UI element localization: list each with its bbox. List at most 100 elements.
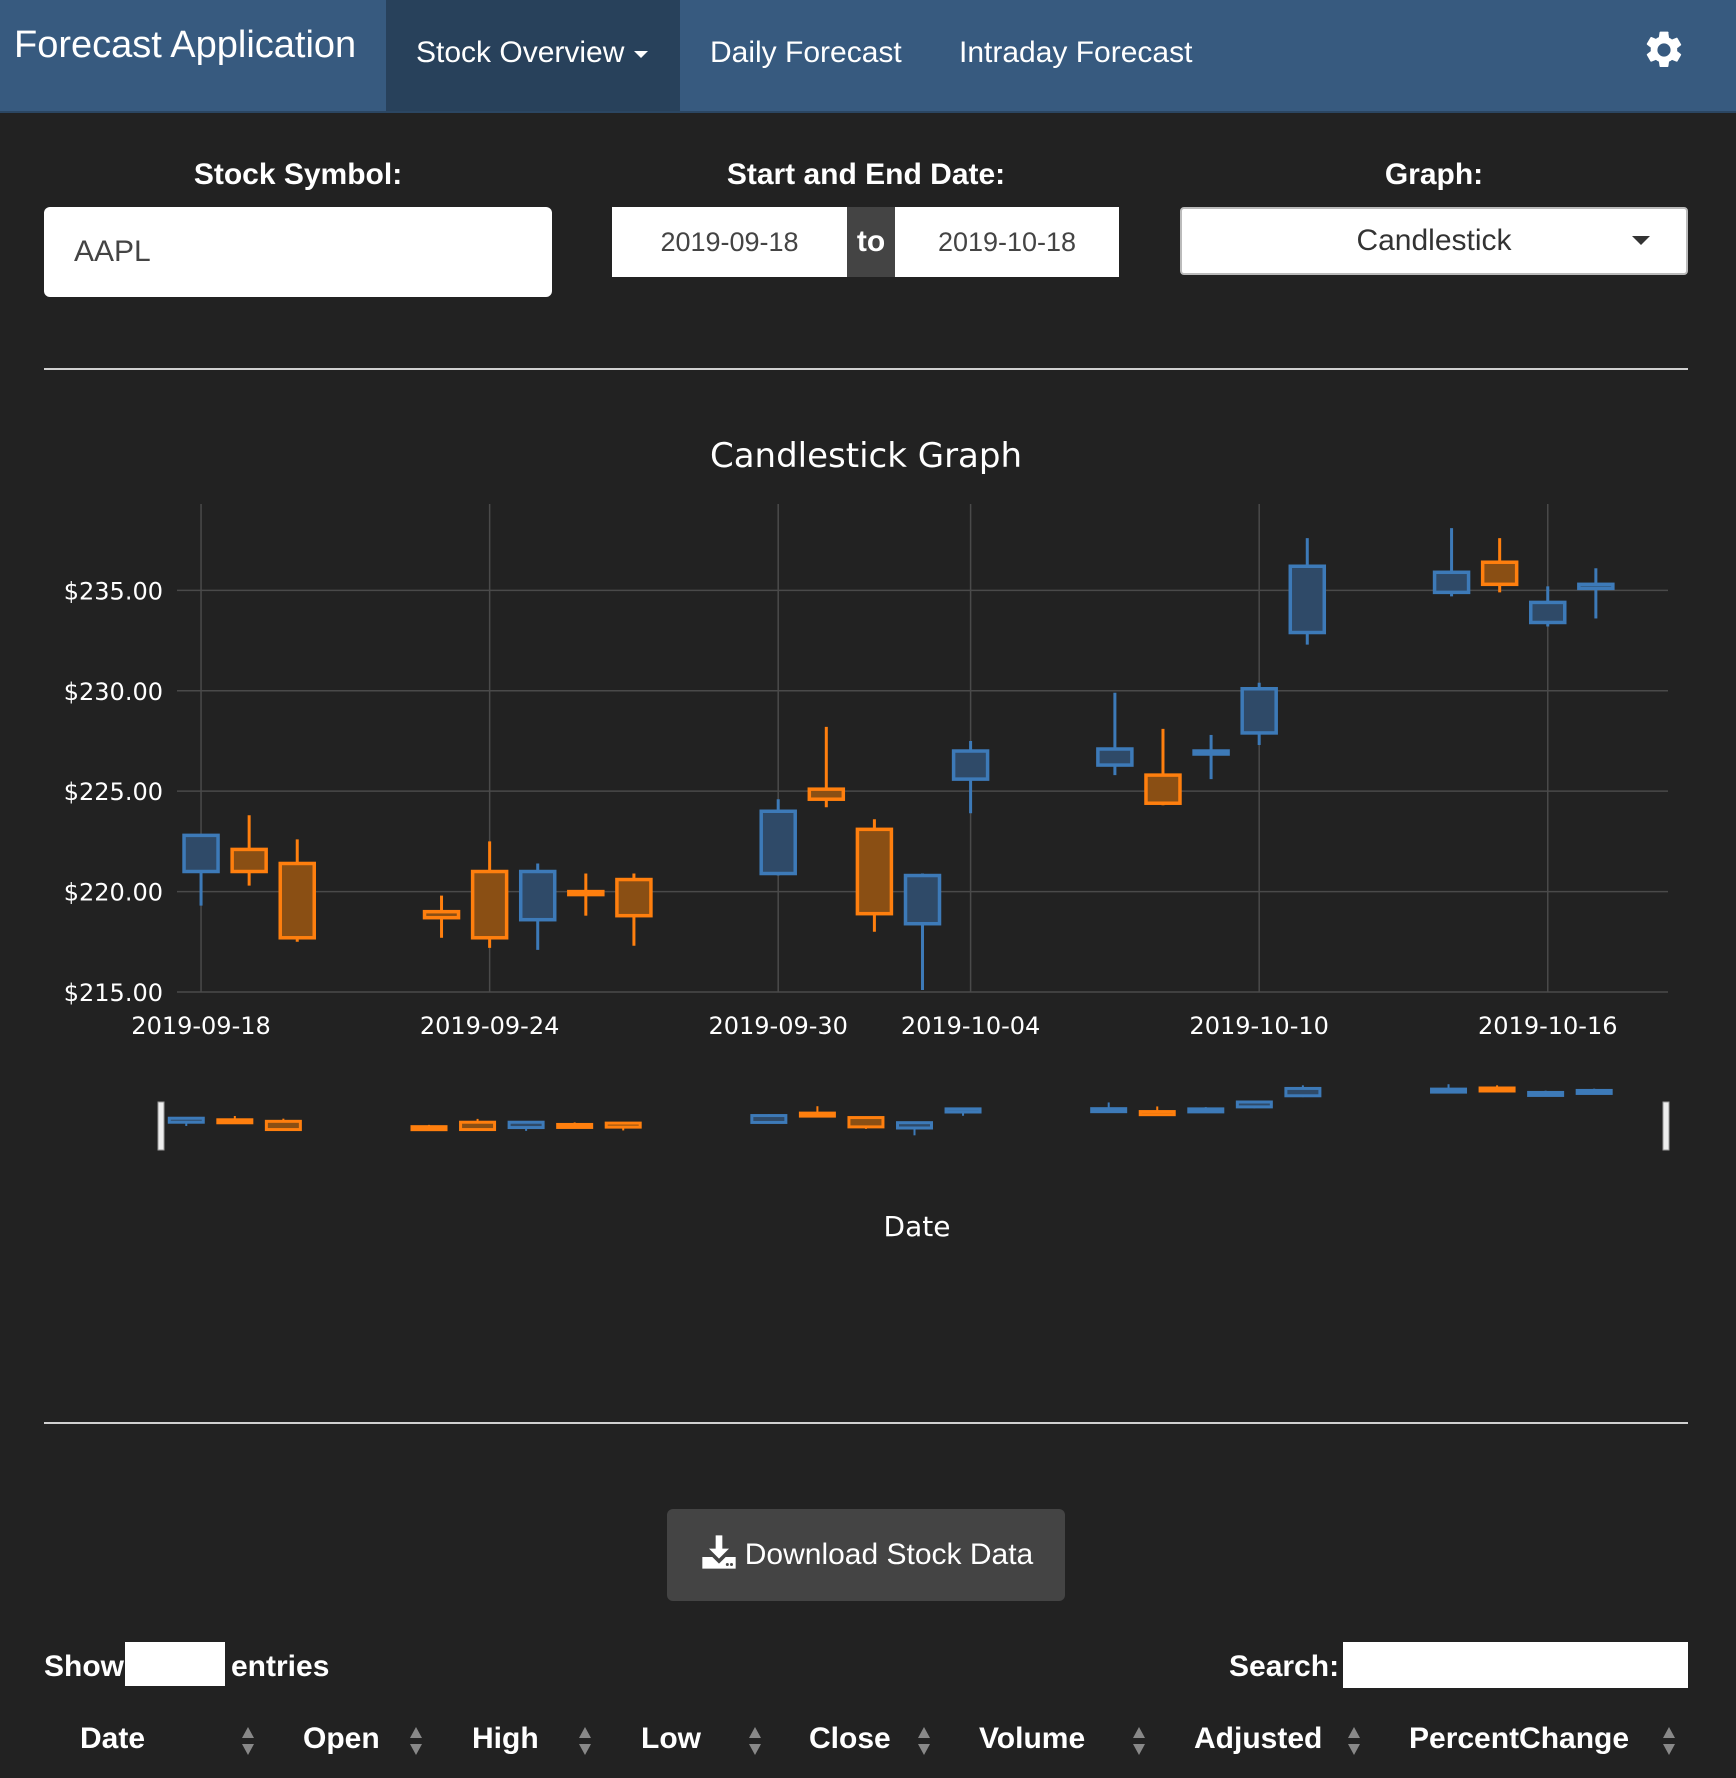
x-tick-label: 2019-09-24 xyxy=(420,1012,559,1040)
sort-icon[interactable] xyxy=(916,1725,932,1757)
slider-candle xyxy=(1138,1106,1176,1117)
slider-candle xyxy=(507,1120,545,1131)
candle[interactable] xyxy=(1577,568,1615,619)
candle[interactable] xyxy=(615,873,653,946)
sort-icon[interactable] xyxy=(747,1725,763,1757)
app-brand[interactable]: Forecast Application xyxy=(14,24,356,67)
candle[interactable] xyxy=(567,873,605,916)
slider-candle-body xyxy=(1430,1087,1468,1094)
x-tick-label: 2019-10-04 xyxy=(901,1012,1040,1040)
slider-candle xyxy=(847,1116,885,1129)
range-slider-handle-left[interactable] xyxy=(157,1101,165,1151)
candle[interactable] xyxy=(1288,538,1327,645)
chevron-down-icon xyxy=(1632,236,1650,245)
nav-stock-overview-label: Stock Overview xyxy=(416,36,625,69)
range-slider-handle-right[interactable] xyxy=(1662,1101,1670,1151)
candle[interactable] xyxy=(759,799,797,876)
candle[interactable] xyxy=(1144,728,1182,806)
candle-body xyxy=(759,809,797,876)
slider-candle xyxy=(896,1121,933,1136)
y-tick-label: $220.00 xyxy=(64,879,163,907)
nav-intraday-forecast-label: Intraday Forecast xyxy=(959,36,1193,69)
sort-icon[interactable] xyxy=(240,1725,256,1757)
candle[interactable] xyxy=(230,815,268,886)
show-label: Show xyxy=(44,1650,124,1683)
candle[interactable] xyxy=(518,863,557,950)
candle-body xyxy=(1288,564,1327,635)
slider-candle-body xyxy=(264,1119,302,1132)
slider-candle-body xyxy=(507,1120,545,1130)
divider xyxy=(44,368,1688,370)
sort-icon[interactable] xyxy=(1346,1725,1362,1757)
column-header-low[interactable]: Low xyxy=(641,1722,701,1756)
slider-candle xyxy=(1575,1088,1613,1095)
column-header-high[interactable]: High xyxy=(472,1722,539,1756)
column-header-percentchange[interactable]: PercentChange xyxy=(1409,1722,1629,1756)
symbol-input[interactable]: AAPL xyxy=(44,207,552,297)
slider-candle xyxy=(944,1107,982,1116)
slider-candle xyxy=(1430,1084,1468,1094)
slider-candle xyxy=(798,1106,836,1118)
sort-icon[interactable] xyxy=(408,1725,424,1757)
download-label: Download Stock Data xyxy=(744,1538,1034,1571)
candle[interactable] xyxy=(470,841,509,948)
nav-daily-forecast-label: Daily Forecast xyxy=(710,36,902,69)
slider-candle-body xyxy=(798,1111,836,1118)
slider-candle xyxy=(1187,1107,1225,1114)
candle-body xyxy=(1577,582,1615,591)
slider-candle-body xyxy=(1575,1088,1613,1095)
column-header-close[interactable]: Close xyxy=(809,1722,891,1756)
column-header-open[interactable]: Open xyxy=(303,1722,380,1756)
candle[interactable] xyxy=(1096,692,1134,776)
end-date-input[interactable]: 2019-10-18 xyxy=(895,207,1119,277)
column-header-volume[interactable]: Volume xyxy=(979,1722,1085,1756)
candle[interactable] xyxy=(855,819,894,932)
nav-intraday-forecast[interactable]: Intraday Forecast xyxy=(929,0,1222,111)
sort-icon[interactable] xyxy=(1131,1725,1147,1757)
candle[interactable] xyxy=(1529,586,1567,627)
candle[interactable] xyxy=(1240,682,1278,745)
slider-candle xyxy=(1090,1102,1128,1114)
candle[interactable] xyxy=(1192,734,1230,780)
download-stock-data-button[interactable]: Download Stock Data xyxy=(667,1509,1065,1601)
candle-body xyxy=(422,909,461,920)
search-input[interactable] xyxy=(1343,1642,1688,1688)
candle-body xyxy=(855,827,894,916)
candle[interactable] xyxy=(278,839,316,942)
gear-icon[interactable] xyxy=(1642,28,1686,72)
slider-candle xyxy=(1235,1100,1273,1109)
candle[interactable] xyxy=(903,873,942,990)
candle-body xyxy=(1529,600,1567,625)
slider-candle-body xyxy=(556,1122,594,1129)
candle-body xyxy=(182,833,220,874)
download-icon xyxy=(702,1535,736,1569)
candle-body xyxy=(518,869,557,922)
candle[interactable] xyxy=(807,726,846,808)
candle-body xyxy=(278,861,316,940)
candlestick-chart[interactable]: Candlestick Graph $215.00$220.00$225.00$… xyxy=(0,380,1736,1260)
candle[interactable] xyxy=(1480,538,1519,593)
slider-candle xyxy=(410,1124,448,1132)
candle[interactable] xyxy=(1432,528,1471,597)
slider-candle-body xyxy=(1284,1086,1322,1098)
nav-daily-forecast[interactable]: Daily Forecast xyxy=(680,0,932,111)
range-slider[interactable] xyxy=(157,1084,1670,1151)
candle-body xyxy=(1096,747,1134,767)
column-header-date[interactable]: Date xyxy=(80,1722,145,1756)
graph-label: Graph: xyxy=(1384,158,1484,191)
entries-select[interactable] xyxy=(125,1642,225,1686)
sort-icon[interactable] xyxy=(1661,1725,1677,1757)
candle-body xyxy=(807,787,846,801)
candle[interactable] xyxy=(182,833,220,906)
candles[interactable] xyxy=(182,528,1615,990)
column-header-adjusted[interactable]: Adjusted xyxy=(1194,1722,1322,1756)
chevron-down-icon xyxy=(634,50,649,58)
graph-type-select[interactable]: Candlestick xyxy=(1180,207,1688,275)
nav-stock-overview[interactable]: Stock Overview xyxy=(386,0,680,111)
x-tick-label: 2019-10-10 xyxy=(1189,1012,1328,1040)
candle[interactable] xyxy=(422,895,461,938)
start-date-input[interactable]: 2019-09-18 xyxy=(612,207,847,277)
candle[interactable] xyxy=(951,740,990,814)
slider-candle-body xyxy=(1138,1110,1176,1117)
sort-icon[interactable] xyxy=(577,1725,593,1757)
